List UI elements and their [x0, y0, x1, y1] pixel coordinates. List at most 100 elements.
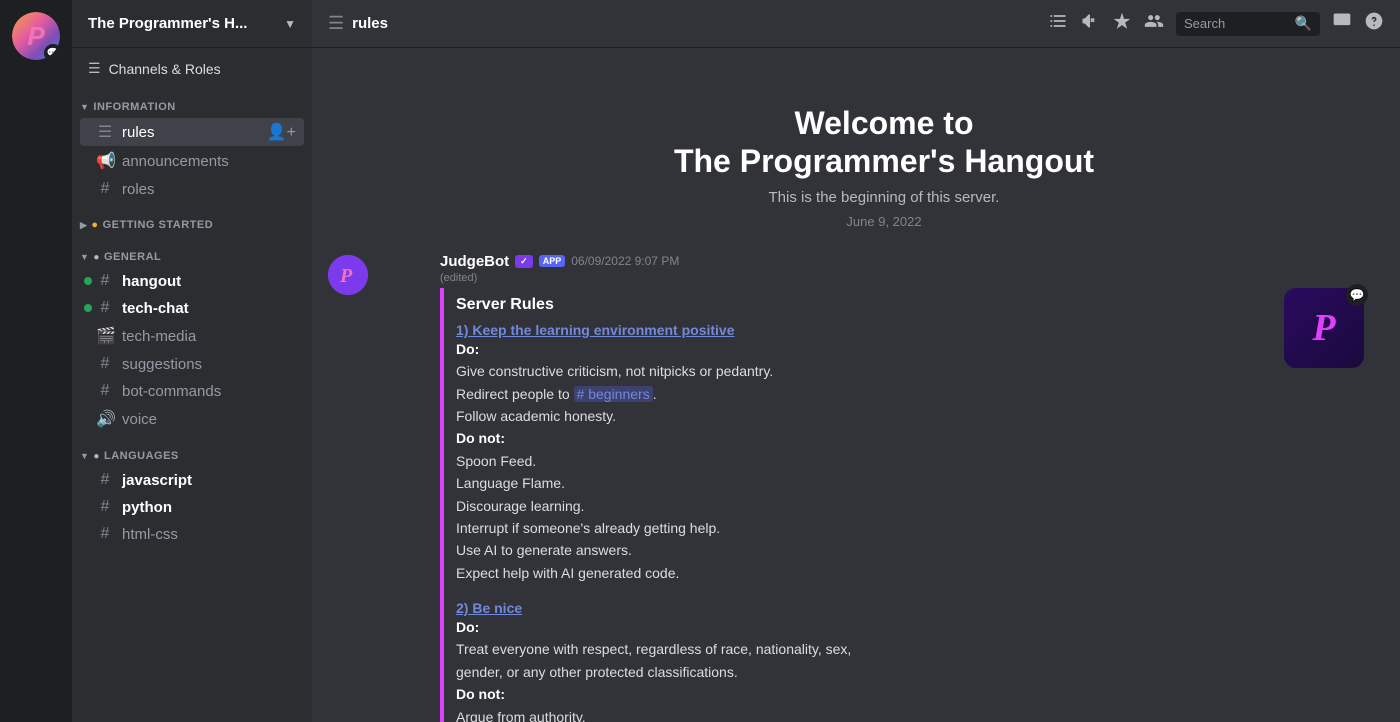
channel-item-suggestions[interactable]: # suggestions — [80, 351, 304, 377]
welcome-title: Welcome to The Programmer's Hangout — [384, 104, 1384, 181]
channel-name: hangout — [122, 273, 296, 290]
category-general[interactable]: ▼ ● GENERAL — [72, 235, 312, 267]
server-logo-float: P 💬 — [1284, 288, 1364, 368]
channel-item-tech-media[interactable]: 🎬 tech-media — [80, 322, 304, 350]
channel-item-javascript[interactable]: # javascript — [80, 467, 304, 493]
channel-item-announcements[interactable]: 📢 announcements — [80, 147, 304, 175]
hash-icon: # — [96, 272, 114, 290]
category-label: LANGUAGES — [104, 450, 179, 462]
help-icon[interactable] — [1364, 11, 1384, 36]
rule-2: 2) Be nice Do: Treat everyone with respe… — [456, 600, 1372, 722]
channel-item-roles[interactable]: # roles — [80, 176, 304, 202]
main-area: ☰ rules Search 🔍 — [312, 0, 1400, 722]
search-icon: 🔍 — [1295, 15, 1312, 32]
channel-name: announcements — [122, 153, 296, 170]
channel-name: voice — [122, 411, 296, 428]
channel-name: rules — [122, 124, 259, 141]
channel-name: javascript — [122, 472, 296, 489]
category-label: GETTING STARTED — [103, 219, 214, 231]
channel-item-voice[interactable]: 🔊 voice — [80, 405, 304, 433]
category-getting-started[interactable]: ▶ ● GETTING STARTED — [72, 203, 312, 235]
hash-icon: # — [96, 525, 114, 543]
message-author: JudgeBot — [440, 253, 509, 270]
channel-name: suggestions — [122, 356, 296, 373]
hash-icon: # — [96, 471, 114, 489]
message-edited: (edited) — [440, 272, 1384, 284]
add-member-icon[interactable]: 👤+ — [267, 122, 296, 142]
rule-1-donot-6: Expect help with AI generated code. — [456, 565, 679, 581]
category-chevron-icon: ▼ — [80, 451, 89, 461]
welcome-line2: The Programmer's Hangout — [674, 143, 1094, 179]
channel-hash-icon: ☰ — [328, 13, 344, 34]
channel-name: bot-commands — [122, 383, 296, 400]
category-dot-icon: ● — [91, 219, 98, 231]
channel-item-rules[interactable]: ☰ rules 👤+ — [80, 118, 304, 146]
channel-item-python[interactable]: # python — [80, 494, 304, 520]
rule-1-donot-2: Language Flame. — [456, 475, 565, 491]
channel-sidebar: The Programmer's H... ▼ ☰ Channels & Rol… — [72, 0, 312, 722]
add-member-icon[interactable] — [1144, 11, 1164, 36]
channels-roles-icon: ☰ — [88, 60, 101, 77]
search-placeholder: Search — [1184, 16, 1289, 31]
channel-name: tech-media — [122, 328, 296, 345]
welcome-line1: Welcome to — [795, 105, 974, 141]
rule-1-donot-4: Interrupt if someone's already getting h… — [456, 520, 720, 536]
online-dot — [84, 304, 92, 312]
server-icon[interactable]: P — [12, 12, 60, 60]
pin-icon[interactable] — [1112, 11, 1132, 36]
server-name: The Programmer's H... — [88, 15, 278, 32]
channel-item-html-css[interactable]: # html-css — [80, 521, 304, 547]
inbox-icon[interactable] — [1332, 11, 1352, 36]
search-box[interactable]: Search 🔍 — [1176, 12, 1320, 36]
channel-name: roles — [122, 181, 296, 198]
beginners-channel-mention[interactable]: # beginners — [574, 386, 653, 402]
online-dot — [84, 277, 92, 285]
hash-icon: # — [96, 180, 114, 198]
hash-icon: # — [96, 299, 114, 317]
rule-1: 1) Keep the learning environment positiv… — [456, 322, 1372, 584]
category-languages[interactable]: ▼ ● LANGUAGES — [72, 434, 312, 466]
channel-list: ☰ Channels & Roles ▼ INFORMATION ☰ rules… — [72, 48, 312, 722]
rule-1-link[interactable]: 1) Keep the learning environment positiv… — [456, 322, 735, 338]
category-chevron-icon: ▶ — [80, 220, 87, 231]
rule-donot-label: Do not: — [456, 430, 505, 446]
server-header[interactable]: The Programmer's H... ▼ — [72, 0, 312, 48]
chat-wrapper: Welcome to The Programmer's Hangout This… — [312, 48, 1400, 722]
app-badge: APP — [539, 255, 566, 267]
mute-icon[interactable] — [1080, 11, 1100, 36]
hash-icon: # — [96, 355, 114, 373]
channels-roles-header[interactable]: ☰ Channels & Roles — [72, 48, 312, 85]
category-dot-icon: ● — [93, 451, 100, 462]
message-header: JudgeBot ✓ APP 06/09/2022 9:07 PM — [440, 253, 1384, 270]
rule-1-donot-3: Discourage learning. — [456, 498, 584, 514]
threads-icon[interactable] — [1048, 11, 1068, 36]
welcome-section: Welcome to The Programmer's Hangout This… — [384, 64, 1384, 253]
rule-2-do-1: Treat everyone with respect, regardless … — [456, 641, 851, 679]
svg-text:P: P — [339, 265, 353, 287]
channel-item-bot-commands[interactable]: # bot-commands — [80, 378, 304, 404]
category-label: INFORMATION — [93, 101, 175, 113]
avatar: P — [328, 255, 368, 295]
rule-2-donot-1: Argue from authority. — [456, 709, 586, 722]
category-label: GENERAL — [104, 251, 161, 263]
voice-icon: 🔊 — [96, 409, 114, 429]
category-information[interactable]: ▼ INFORMATION — [72, 85, 312, 117]
top-bar: ☰ rules Search 🔍 — [312, 0, 1400, 48]
channel-name: tech-chat — [122, 300, 296, 317]
rule-do-label-2: Do: — [456, 619, 479, 635]
message-group: P JudgeBot ✓ APP 06/09/2022 9:07 PM (edi… — [384, 253, 1384, 722]
channel-item-hangout[interactable]: # hangout — [80, 268, 304, 294]
message-content: JudgeBot ✓ APP 06/09/2022 9:07 PM (edite… — [440, 253, 1384, 722]
welcome-date: June 9, 2022 — [384, 214, 1384, 229]
rules-embed: Server Rules 1) Keep the learning enviro… — [440, 288, 1384, 722]
megaphone-icon: 📢 — [96, 151, 114, 171]
rules-title: Server Rules — [456, 296, 1372, 314]
channel-item-tech-chat[interactable]: # tech-chat — [80, 295, 304, 321]
top-bar-channel-name: rules — [352, 15, 388, 32]
category-chevron-icon: ▼ — [80, 102, 89, 112]
bot-badge: ✓ — [515, 255, 533, 268]
text-channel-icon: ☰ — [96, 122, 114, 142]
rule-1-donot-5: Use AI to generate answers. — [456, 542, 632, 558]
rule-2-link[interactable]: 2) Be nice — [456, 600, 522, 616]
rule-do-label: Do: — [456, 341, 479, 357]
